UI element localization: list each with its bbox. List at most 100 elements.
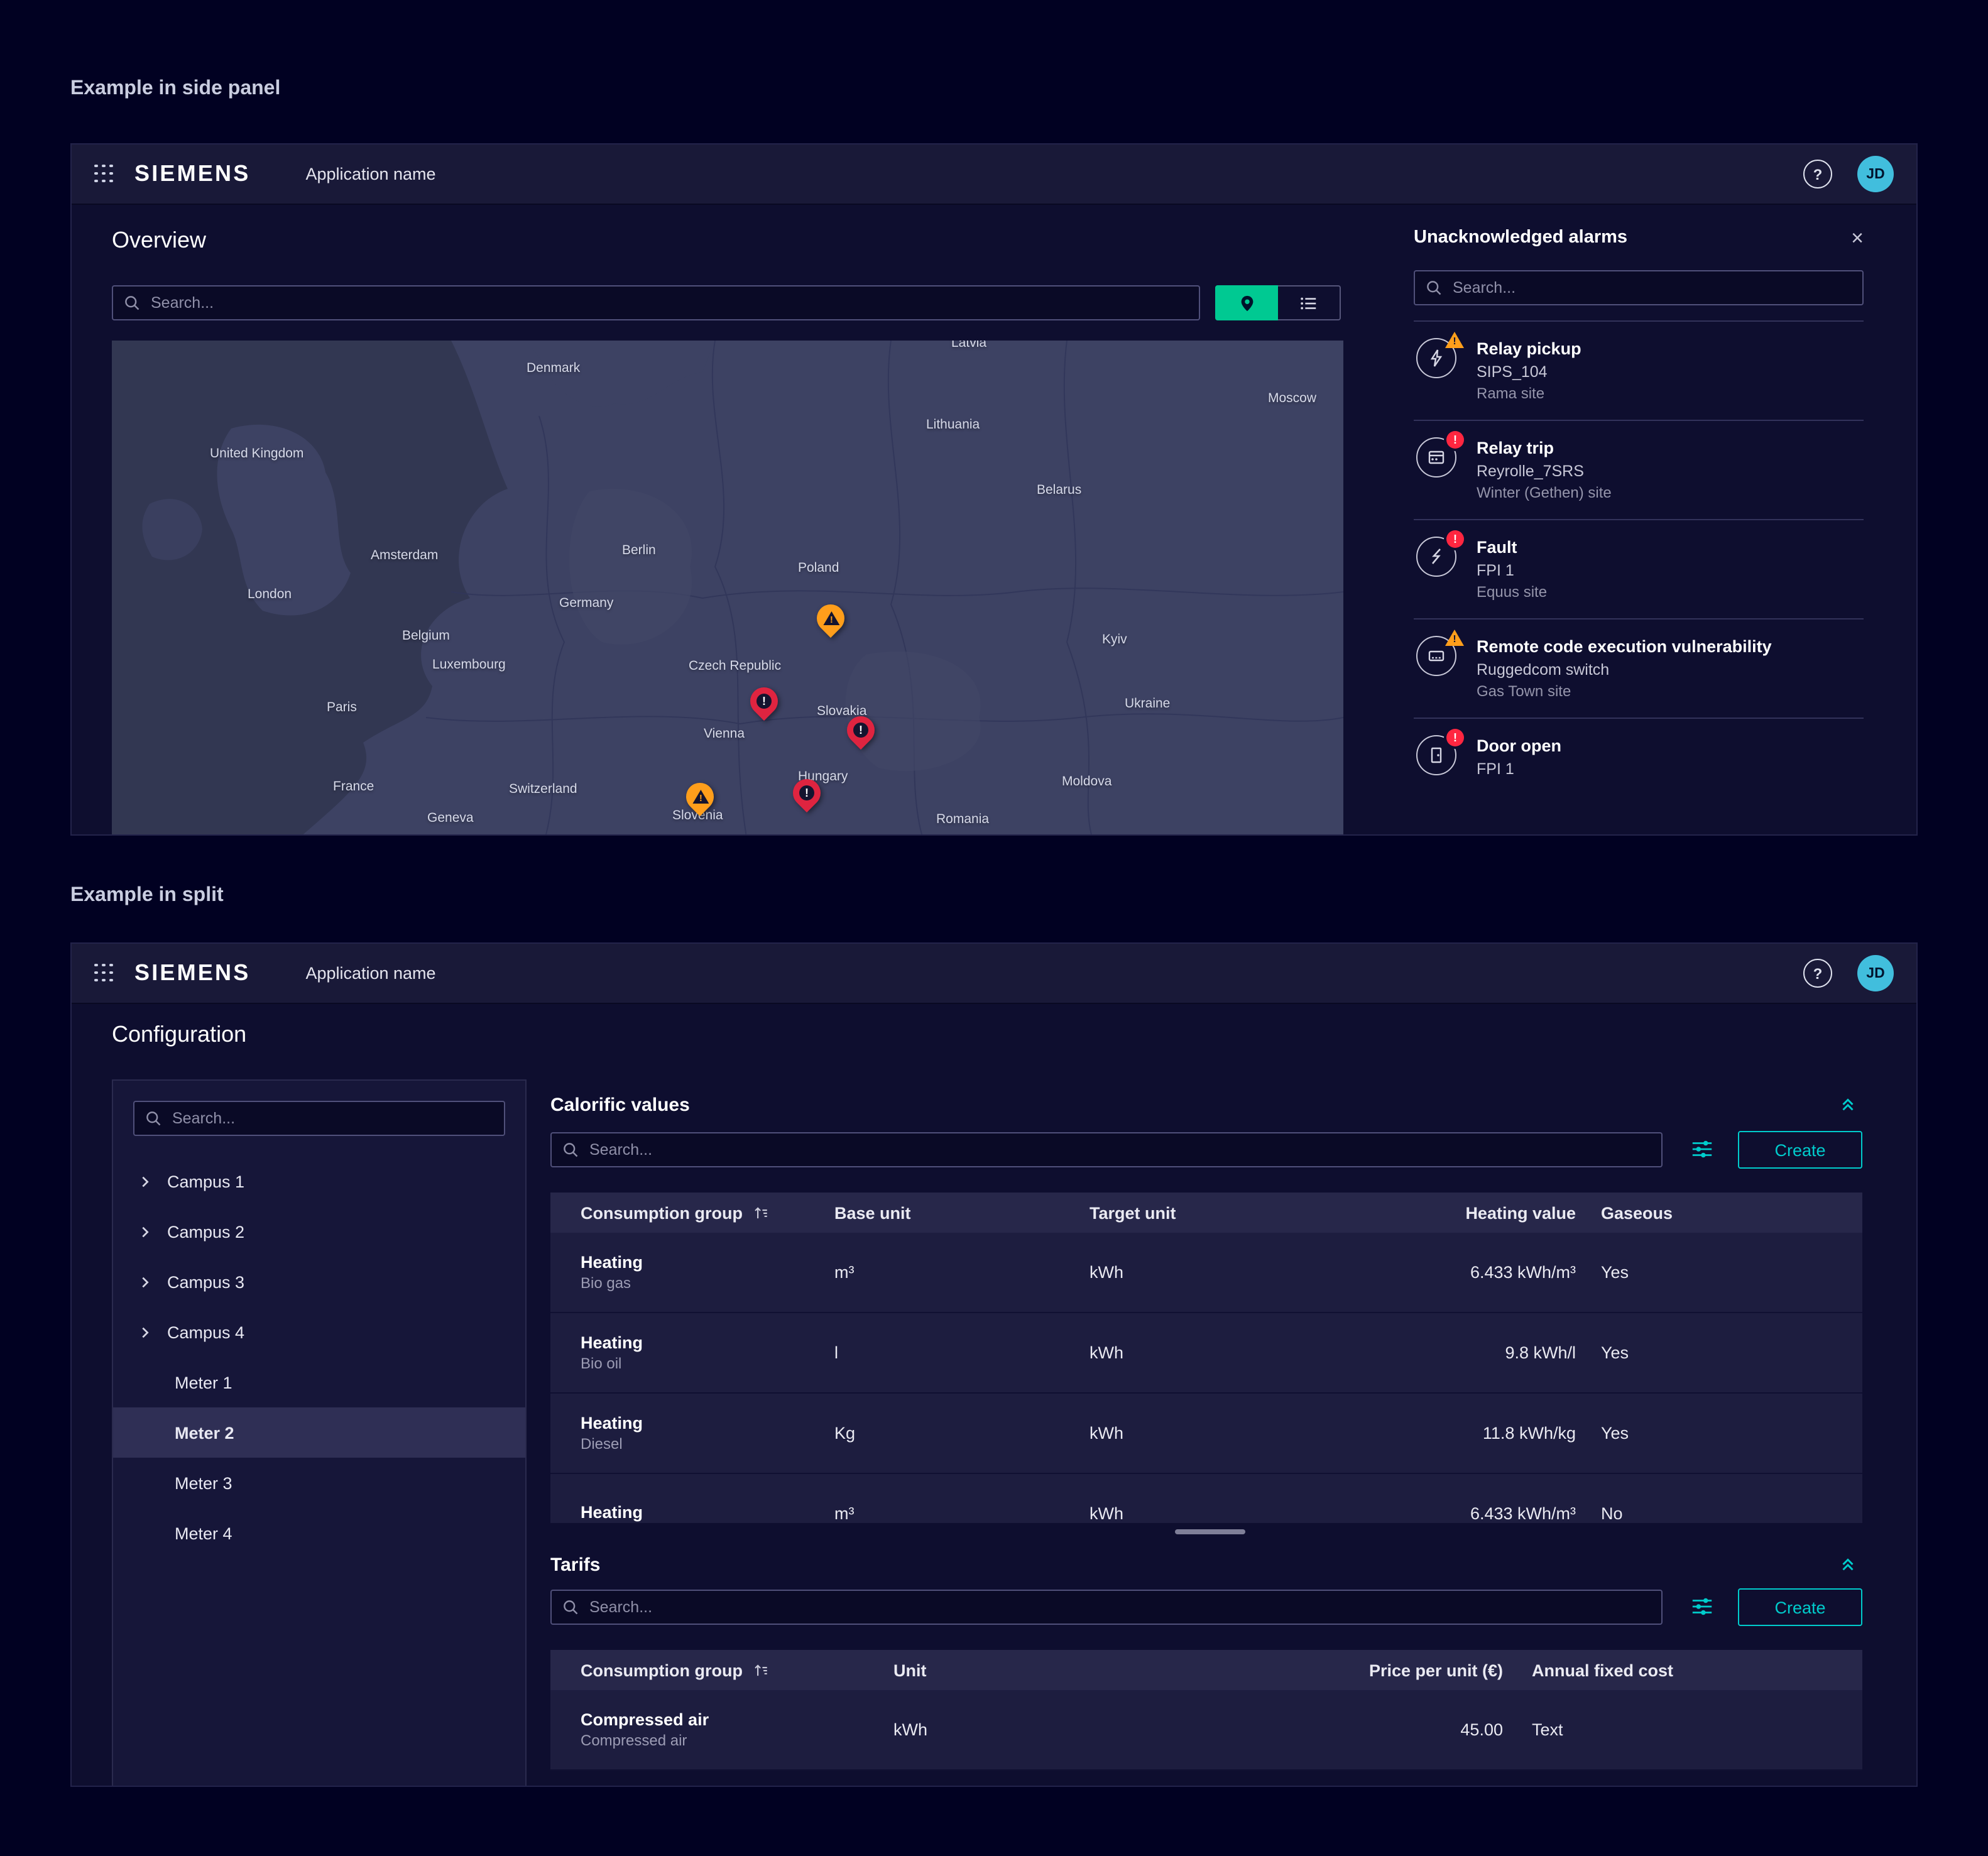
cell-heating-value: 9.8 kWh/l xyxy=(1328,1343,1576,1362)
avatar[interactable]: JD xyxy=(1857,955,1894,991)
location-pin-icon xyxy=(1237,293,1256,312)
alert-icon: ! xyxy=(853,723,868,738)
map-label: Belgium xyxy=(402,628,450,643)
collapse-section-icon[interactable] xyxy=(1838,1094,1859,1115)
cell-subgroup: Bio gas xyxy=(581,1274,834,1292)
alarm-site: Equus site xyxy=(1477,582,1547,603)
alarm-title: Relay trip xyxy=(1477,437,1612,460)
scrollbar-handle[interactable] xyxy=(1175,1529,1245,1534)
map-label: Belarus xyxy=(1037,483,1081,498)
table-row[interactable]: Heating m³ kWh 6.433 kWh/m³ No xyxy=(550,1474,1862,1523)
map-label: Paris xyxy=(327,700,357,715)
alarm-list-item[interactable]: ! Relay trip Reyrolle_7SRS Winter (Gethe… xyxy=(1414,420,1864,519)
map-canvas[interactable]: LatviaDenmarkMoscowLithuaniaUnited Kingd… xyxy=(112,341,1343,836)
map-view-button[interactable] xyxy=(1215,285,1278,320)
app-header: SIEMENS Application name ? JD xyxy=(72,145,1916,205)
alarm-title: Door open xyxy=(1477,735,1561,758)
configuration-sidebar: Campus 1 Campus 2 Campus 3 Campu xyxy=(112,1079,527,1787)
tree-item[interactable]: Campus 3 xyxy=(113,1257,525,1307)
list-icon xyxy=(1299,293,1318,312)
cell-gaseous: Yes xyxy=(1576,1424,1862,1443)
alarm-list-item[interactable]: ! Remote code execution vulnerability Ru… xyxy=(1414,618,1864,718)
table-row[interactable]: Compressed airCompressed air kWh 45.00 T… xyxy=(550,1690,1862,1771)
help-icon[interactable]: ? xyxy=(1803,160,1832,188)
severity-badge: ! xyxy=(1445,630,1464,646)
tree-item[interactable]: Meter 3 xyxy=(113,1458,525,1508)
map-label: Romania xyxy=(936,812,989,827)
overview-search-input[interactable] xyxy=(112,285,1200,320)
cell-price: 45.00 xyxy=(1254,1720,1503,1739)
cell-subgroup: Bio oil xyxy=(581,1355,834,1372)
cell-gaseous: Yes xyxy=(1576,1343,1862,1362)
section-label-side-panel: Example in side panel xyxy=(70,78,280,101)
sort-filter-icon xyxy=(753,1662,769,1678)
table-row[interactable]: HeatingBio oil l kWh 9.8 kWh/l Yes xyxy=(550,1313,1862,1394)
filter-options-icon[interactable] xyxy=(1690,1137,1715,1162)
alarm-title: Remote code execution vulnerability xyxy=(1477,636,1772,658)
alarm-list-item[interactable]: ! Door open FPI 1 xyxy=(1414,718,1864,795)
search-icon xyxy=(562,1141,579,1159)
tree-item-label: Campus 2 xyxy=(167,1222,244,1241)
navigation-tree: Campus 1 Campus 2 Campus 3 Campu xyxy=(113,1156,525,1558)
search-icon xyxy=(1425,279,1443,297)
cell-group: Heating xyxy=(581,1253,834,1272)
tree-item-label: Meter 1 xyxy=(175,1373,232,1392)
collapse-section-icon[interactable] xyxy=(1838,1554,1859,1575)
tree-item[interactable]: Campus 2 xyxy=(113,1206,525,1257)
map-label: Czech Republic xyxy=(689,658,781,674)
chevron-right-icon[interactable] xyxy=(138,1325,152,1339)
chevron-right-icon[interactable] xyxy=(138,1225,152,1238)
severity-badge: ! xyxy=(1445,332,1464,348)
alarm-list-item[interactable]: ! Relay pickup SIPS_104 Rama site xyxy=(1414,320,1864,420)
map-label: Lithuania xyxy=(926,417,980,432)
column-consumption-group[interactable]: Consumption group xyxy=(550,1661,893,1679)
alarm-list-item[interactable]: ! Fault FPI 1 Equus site xyxy=(1414,519,1864,618)
close-icon[interactable]: × xyxy=(1851,227,1864,248)
alert-icon: ! xyxy=(692,790,708,804)
section-label-split: Example in split xyxy=(70,885,224,907)
tree-item[interactable]: Meter 1 xyxy=(113,1357,525,1407)
app-launcher-icon[interactable] xyxy=(94,963,114,983)
alarm-site: Winter (Gethen) site xyxy=(1477,483,1612,504)
page-title: Configuration xyxy=(112,1022,246,1048)
chevron-right-icon[interactable] xyxy=(138,1275,152,1289)
tree-item[interactable]: Campus 1 xyxy=(113,1156,525,1206)
calorific-create-button[interactable]: Create xyxy=(1738,1131,1862,1169)
application-name: Application name xyxy=(305,964,435,983)
calorific-section-title: Calorific values xyxy=(550,1094,690,1116)
filter-options-icon[interactable] xyxy=(1690,1595,1715,1620)
help-icon[interactable]: ? xyxy=(1803,959,1832,988)
cell-subgroup: Compressed air xyxy=(581,1732,893,1749)
cell-annual-fixed-cost: Text xyxy=(1503,1720,1862,1739)
severity-badge: ! xyxy=(1446,729,1464,746)
tree-item[interactable]: Meter 4 xyxy=(113,1508,525,1558)
severity-badge: ! xyxy=(1446,431,1464,449)
map-label: Ukraine xyxy=(1125,696,1170,711)
view-toggle xyxy=(1215,285,1341,320)
column-gaseous: Gaseous xyxy=(1576,1203,1862,1222)
tarifs-section-title: Tarifs xyxy=(550,1554,600,1576)
column-heating-value: Heating value xyxy=(1328,1203,1576,1222)
tree-item[interactable]: Meter 2 xyxy=(113,1407,525,1458)
chevron-right-icon[interactable] xyxy=(138,1174,152,1188)
tarifs-search-input[interactable] xyxy=(550,1590,1663,1625)
calorific-search-input[interactable] xyxy=(550,1132,1663,1167)
cell-gaseous: No xyxy=(1576,1504,1862,1523)
tarifs-create-button[interactable]: Create xyxy=(1738,1588,1862,1626)
cell-base-unit: m³ xyxy=(834,1263,1090,1282)
sidebar-search-input[interactable] xyxy=(133,1101,505,1136)
app-launcher-icon[interactable] xyxy=(94,164,114,184)
avatar[interactable]: JD xyxy=(1857,156,1894,192)
list-view-button[interactable] xyxy=(1278,285,1341,320)
table-row[interactable]: HeatingDiesel Kg kWh 11.8 kWh/kg Yes xyxy=(550,1394,1862,1474)
tree-item[interactable]: Campus 4 xyxy=(113,1307,525,1357)
map-label: United Kingdom xyxy=(210,446,303,461)
column-consumption-group[interactable]: Consumption group xyxy=(550,1203,834,1222)
table-row[interactable]: HeatingBio gas m³ kWh 6.433 kWh/m³ Yes xyxy=(550,1233,1862,1313)
alarm-title: Relay pickup xyxy=(1477,338,1581,361)
cell-group: Compressed air xyxy=(581,1710,893,1729)
alarm-site: Rama site xyxy=(1477,383,1581,405)
alarms-search-input[interactable] xyxy=(1414,270,1864,305)
application-name: Application name xyxy=(305,165,435,183)
alert-icon: ! xyxy=(799,785,814,800)
